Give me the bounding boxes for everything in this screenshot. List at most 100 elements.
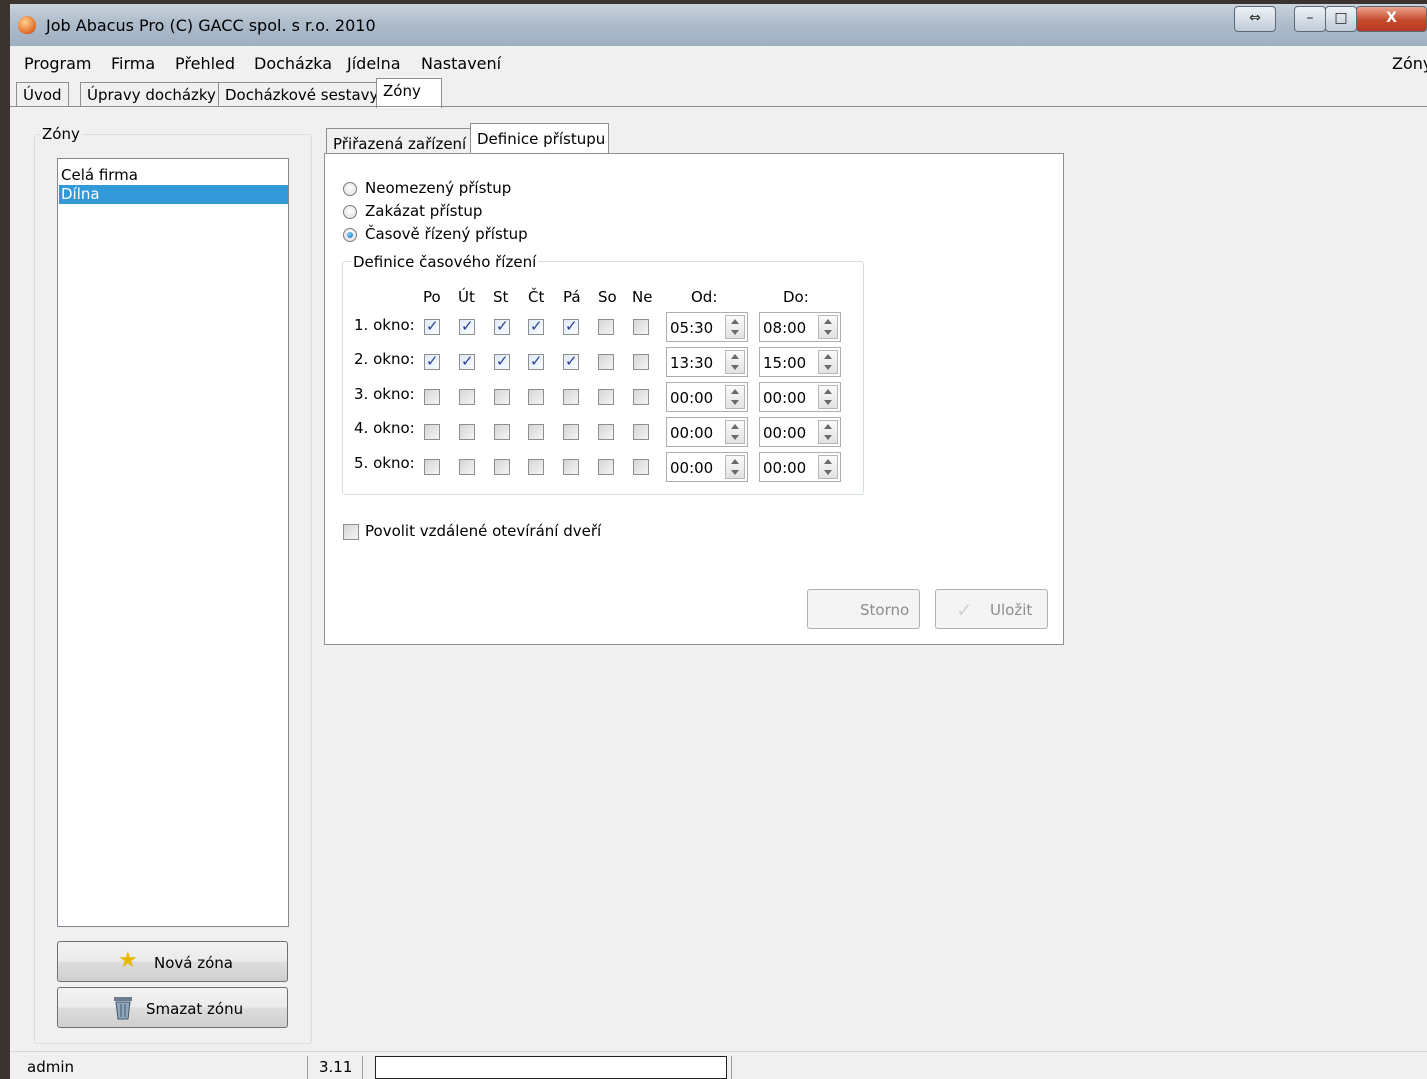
spin-arrows-icon[interactable] <box>725 420 745 444</box>
tab-prirazena-zarizeni[interactable]: Přiřazená zařízení <box>326 128 474 154</box>
window-3-from-value: 00:00 <box>670 389 714 407</box>
cancel-button[interactable]: Storno <box>807 589 920 629</box>
minimize-button[interactable]: – <box>1294 6 1326 32</box>
day-header-pa: Pá <box>563 288 581 306</box>
delete-zone-button[interactable]: Smazat zónu <box>57 987 288 1028</box>
tab-definice-pristupu[interactable]: Definice přístupu <box>470 123 609 154</box>
close-button[interactable]: X <box>1356 6 1427 32</box>
window-3-day-so-checkbox[interactable] <box>598 389 614 405</box>
window-3-day-po-checkbox[interactable] <box>424 389 440 405</box>
window-5-day-so-checkbox[interactable] <box>598 459 614 475</box>
day-header-ut: Út <box>458 288 475 306</box>
window-1-day-ut-checkbox[interactable] <box>459 317 475 335</box>
menu-prehled[interactable]: Přehled <box>175 54 235 73</box>
window-1-from-spinner[interactable]: 05:30 <box>666 312 748 342</box>
tab-uvod[interactable]: Úvod <box>16 82 69 106</box>
radio-unlimited[interactable] <box>343 182 357 196</box>
restore-size-button[interactable]: ⇔ <box>1234 6 1276 32</box>
window-4-to-spinner[interactable]: 00:00 <box>759 417 841 447</box>
list-item[interactable]: Celá firma <box>59 166 288 185</box>
radio-time-controlled[interactable] <box>343 228 357 242</box>
window-2-day-ut-checkbox[interactable] <box>459 352 475 370</box>
window-2-to-spinner[interactable]: 15:00 <box>759 347 841 377</box>
spin-arrows-icon[interactable] <box>818 420 838 444</box>
window-1-day-st-checkbox[interactable] <box>494 317 510 335</box>
new-zone-button[interactable]: ★ Nová zóna <box>57 941 288 982</box>
spin-arrows-icon[interactable] <box>725 455 745 479</box>
close-icon: X <box>1386 10 1397 26</box>
list-item-selected[interactable]: Dílna <box>59 185 288 204</box>
spin-arrows-icon[interactable] <box>818 455 838 479</box>
window-4-from-spinner[interactable]: 00:00 <box>666 417 748 447</box>
window-3-label: 3. okno: <box>354 385 415 403</box>
window-5-from-value: 00:00 <box>670 459 714 477</box>
window-4-day-po-checkbox[interactable] <box>424 424 440 440</box>
spin-arrows-icon[interactable] <box>818 350 838 374</box>
spin-arrows-icon[interactable] <box>725 385 745 409</box>
window-1-day-ne-checkbox[interactable] <box>633 319 649 335</box>
spin-arrows-icon[interactable] <box>725 350 745 374</box>
window-2-day-ne-checkbox[interactable] <box>633 354 649 370</box>
window-2-day-so-checkbox[interactable] <box>598 354 614 370</box>
window-1-day-ct-checkbox[interactable] <box>528 317 544 335</box>
status-version: 3.11 <box>319 1058 353 1076</box>
window-1-day-po-checkbox[interactable] <box>424 317 440 335</box>
window-title: Job Abacus Pro (C) GACC spol. s r.o. 201… <box>46 16 376 35</box>
window-5-day-ct-checkbox[interactable] <box>528 459 544 475</box>
radio-deny[interactable] <box>343 205 357 219</box>
window-5-day-pa-checkbox[interactable] <box>563 459 579 475</box>
window-5-from-spinner[interactable]: 00:00 <box>666 452 748 482</box>
window-2-day-po-checkbox[interactable] <box>424 352 440 370</box>
window-5-day-ne-checkbox[interactable] <box>633 459 649 475</box>
to-header: Do: <box>783 288 809 306</box>
window-4-day-so-checkbox[interactable] <box>598 424 614 440</box>
remote-open-checkbox[interactable] <box>343 524 359 540</box>
window-5-day-po-checkbox[interactable] <box>424 459 440 475</box>
maximize-button[interactable]: □ <box>1325 6 1357 32</box>
window-3-day-st-checkbox[interactable] <box>494 389 510 405</box>
save-button[interactable]: ✓ Uložit <box>935 589 1048 629</box>
status-user: admin <box>27 1058 74 1076</box>
window-3-day-pa-checkbox[interactable] <box>563 389 579 405</box>
remote-open-label: Povolit vzdálené otevírání dveří <box>365 522 602 540</box>
window-2-day-ct-checkbox[interactable] <box>528 352 544 370</box>
zone-list[interactable]: Celá firma Dílna <box>57 158 289 927</box>
window-4-day-ct-checkbox[interactable] <box>528 424 544 440</box>
status-separator <box>307 1056 308 1079</box>
window-4-day-st-checkbox[interactable] <box>494 424 510 440</box>
window-1-day-so-checkbox[interactable] <box>598 319 614 335</box>
window-5-to-spinner[interactable]: 00:00 <box>759 452 841 482</box>
window-2-day-st-checkbox[interactable] <box>494 352 510 370</box>
cancel-label: Storno <box>860 601 910 619</box>
window-4-day-pa-checkbox[interactable] <box>563 424 579 440</box>
menu-firma[interactable]: Firma <box>111 54 155 73</box>
day-header-st: St <box>493 288 509 306</box>
spin-arrows-icon[interactable] <box>725 315 745 339</box>
spin-arrows-icon[interactable] <box>818 315 838 339</box>
window-3-from-spinner[interactable]: 00:00 <box>666 382 748 412</box>
menu-nastaveni[interactable]: Nastavení <box>421 54 501 73</box>
spin-arrows-icon[interactable] <box>818 385 838 409</box>
window-2-from-spinner[interactable]: 13:30 <box>666 347 748 377</box>
window-3-to-value: 00:00 <box>763 389 807 407</box>
tab-dochazkove-sestavy[interactable]: Docházkové sestavy <box>218 82 386 106</box>
tab-zony[interactable]: Zóny <box>376 78 442 108</box>
menu-jidelna[interactable]: Jídelna <box>347 54 401 73</box>
window-4-day-ne-checkbox[interactable] <box>633 424 649 440</box>
window-5-day-ut-checkbox[interactable] <box>459 459 475 475</box>
save-label: Uložit <box>990 601 1033 619</box>
window-1-to-spinner[interactable]: 08:00 <box>759 312 841 342</box>
window-3-day-ne-checkbox[interactable] <box>633 389 649 405</box>
window-5-day-st-checkbox[interactable] <box>494 459 510 475</box>
window-3-day-ut-checkbox[interactable] <box>459 389 475 405</box>
window-3-to-spinner[interactable]: 00:00 <box>759 382 841 412</box>
window-2-day-pa-checkbox[interactable] <box>563 352 579 370</box>
menu-zony[interactable]: Zóny <box>1392 54 1427 73</box>
window-3-day-ct-checkbox[interactable] <box>528 389 544 405</box>
menu-dochazka[interactable]: Docházka <box>254 54 332 73</box>
menu-program[interactable]: Program <box>24 54 92 73</box>
tab-upravy-dochazky[interactable]: Úpravy docházky <box>80 82 223 106</box>
time-control-title: Definice časového řízení <box>351 253 539 271</box>
window-4-day-ut-checkbox[interactable] <box>459 424 475 440</box>
window-1-day-pa-checkbox[interactable] <box>563 317 579 335</box>
